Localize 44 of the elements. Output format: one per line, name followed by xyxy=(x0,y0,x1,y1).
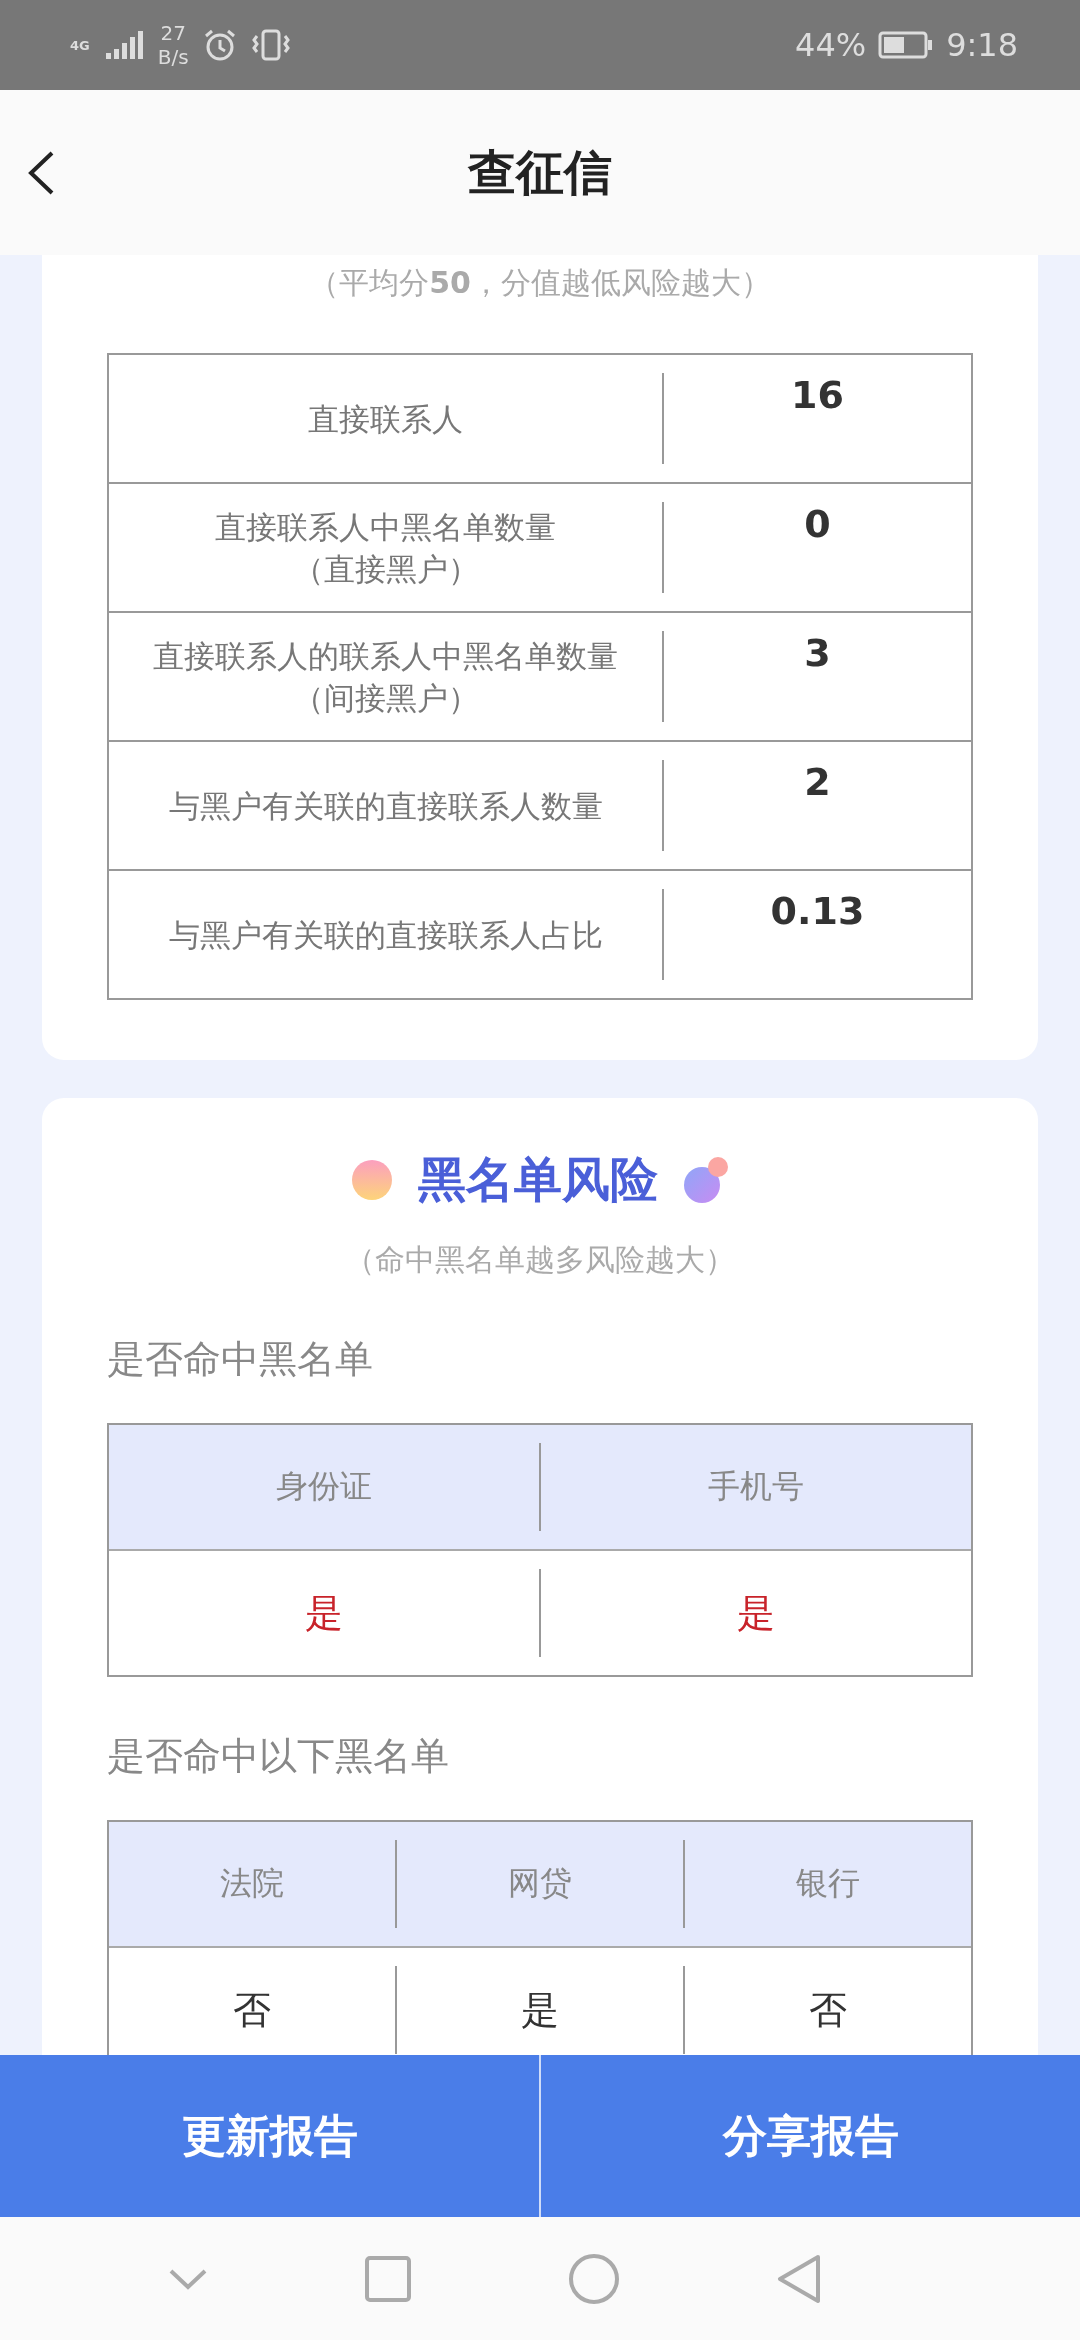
network-label: 4G xyxy=(70,37,90,53)
column-header: 身份证 xyxy=(276,1466,372,1507)
battery-percent: 44% xyxy=(795,26,867,64)
speed-value: 27 xyxy=(160,21,186,45)
row-value: 0 xyxy=(804,502,831,548)
orbs-icon xyxy=(682,1155,730,1205)
column-header: 网贷 xyxy=(508,1863,572,1904)
row-value: 0.13 xyxy=(770,889,865,935)
row-label: （间接黑户） xyxy=(292,678,479,718)
row-label: （直接黑户） xyxy=(292,549,479,589)
alarm-icon xyxy=(202,28,237,62)
row-value: 16 xyxy=(791,373,844,419)
column-header: 银行 xyxy=(796,1863,860,1904)
column-header: 法院 xyxy=(220,1863,284,1904)
table-value: 是 xyxy=(521,1986,559,2034)
row-label: 与黑户有关联的直接联系人占比 xyxy=(168,915,603,955)
orb-icon xyxy=(350,1158,394,1202)
row-label: 直接联系人中黑名单数量 xyxy=(215,507,556,547)
back-icon[interactable] xyxy=(26,150,56,196)
battery-icon xyxy=(878,30,935,60)
table-value: 否 xyxy=(233,1986,271,2034)
row-label: 直接联系人的联系人中黑名单数量 xyxy=(153,636,618,676)
signal-icon xyxy=(103,29,144,61)
row-value: 2 xyxy=(804,760,831,806)
row-value: 3 xyxy=(804,631,831,677)
section-title: 黑名单风险 xyxy=(418,1150,658,1209)
page-title: 查征信 xyxy=(468,142,612,202)
row-label: 与黑户有关联的直接联系人数量 xyxy=(168,786,603,826)
speed-unit: B/s xyxy=(157,45,189,69)
table-value: 是 xyxy=(305,1589,343,1637)
column-header: 手机号 xyxy=(708,1466,804,1507)
vibrate-icon xyxy=(250,28,291,62)
row-label: 直接联系人 xyxy=(308,399,463,439)
section-heading: 是否命中以下黑名单 xyxy=(107,1733,450,1780)
recents-icon[interactable] xyxy=(364,2254,412,2303)
section-heading: 是否命中黑名单 xyxy=(107,1336,374,1383)
table-value: 是 xyxy=(737,1589,775,1637)
score-note: （平均分50，分值越低风险越大） xyxy=(308,264,772,302)
update-report-button[interactable]: 更新报告 xyxy=(0,2055,539,2217)
clock: 9:18 xyxy=(946,26,1018,64)
home-icon[interactable] xyxy=(568,2252,620,2305)
risk-note: （命中黑名单越多风险越大） xyxy=(344,1241,736,1279)
table-value: 否 xyxy=(809,1986,847,2034)
share-report-button[interactable]: 分享报告 xyxy=(539,2055,1080,2217)
